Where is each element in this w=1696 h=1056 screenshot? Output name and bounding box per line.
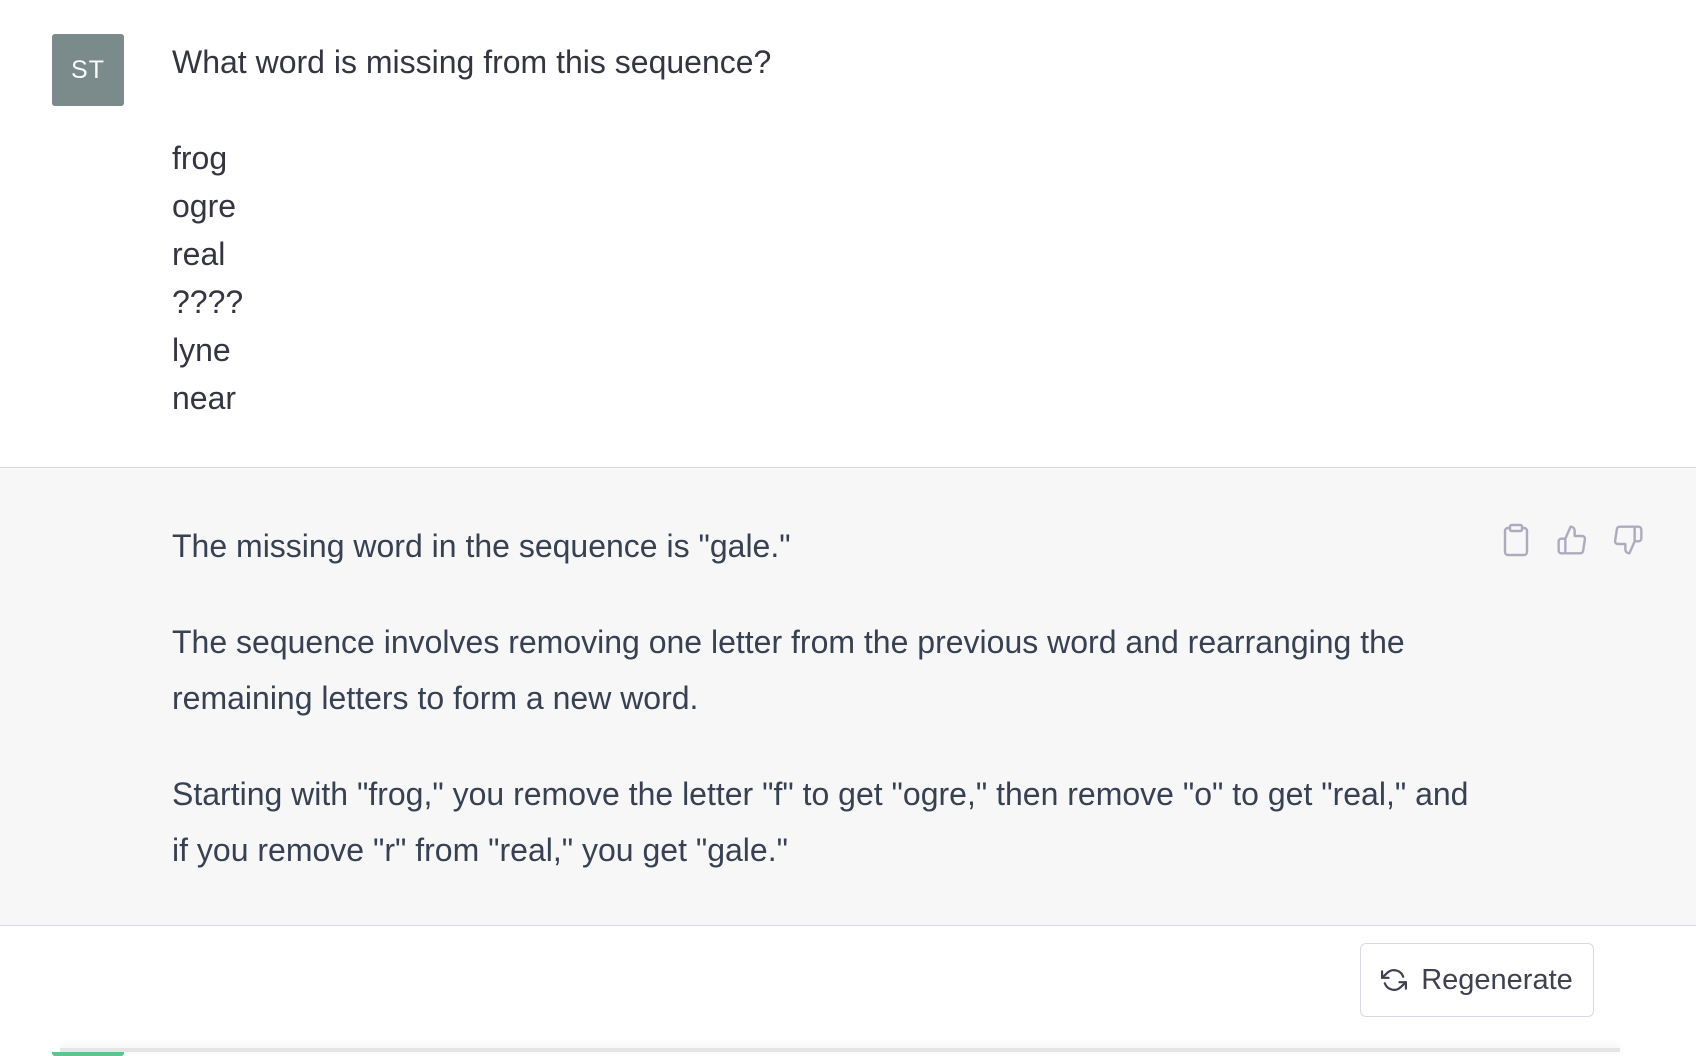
thumbs-up-button[interactable] — [1554, 522, 1590, 558]
refresh-icon — [1381, 969, 1408, 991]
message-actions — [1498, 522, 1646, 558]
user-message: ST What word is missing from this sequen… — [0, 0, 1696, 468]
clipboard-icon — [1503, 523, 1529, 557]
copy-button[interactable] — [1498, 522, 1534, 558]
assistant-paragraph: The missing word in the sequence is "gal… — [172, 528, 791, 564]
user-avatar: ST — [52, 34, 124, 106]
thumbs-down-icon — [1613, 525, 1643, 555]
assistant-message: The missing word in the sequence is "gal… — [0, 468, 1696, 1056]
user-avatar-initials: ST — [71, 55, 105, 84]
assistant-paragraph: The sequence involves removing one lette… — [172, 624, 1405, 716]
input-box-edge — [60, 1048, 1620, 1052]
assistant-message-text: The missing word in the sequence is "gal… — [172, 518, 1482, 918]
regenerate-label: Regenerate — [1421, 963, 1573, 996]
composer-area: Regenerate — [0, 926, 1696, 1052]
thumbs-up-icon — [1557, 525, 1587, 555]
regenerate-button[interactable]: Regenerate — [1360, 943, 1594, 1017]
user-message-text: What word is missing from this sequence?… — [172, 44, 772, 416]
assistant-paragraph: Starting with "frog," you remove the let… — [172, 776, 1469, 868]
thumbs-down-button[interactable] — [1610, 522, 1646, 558]
